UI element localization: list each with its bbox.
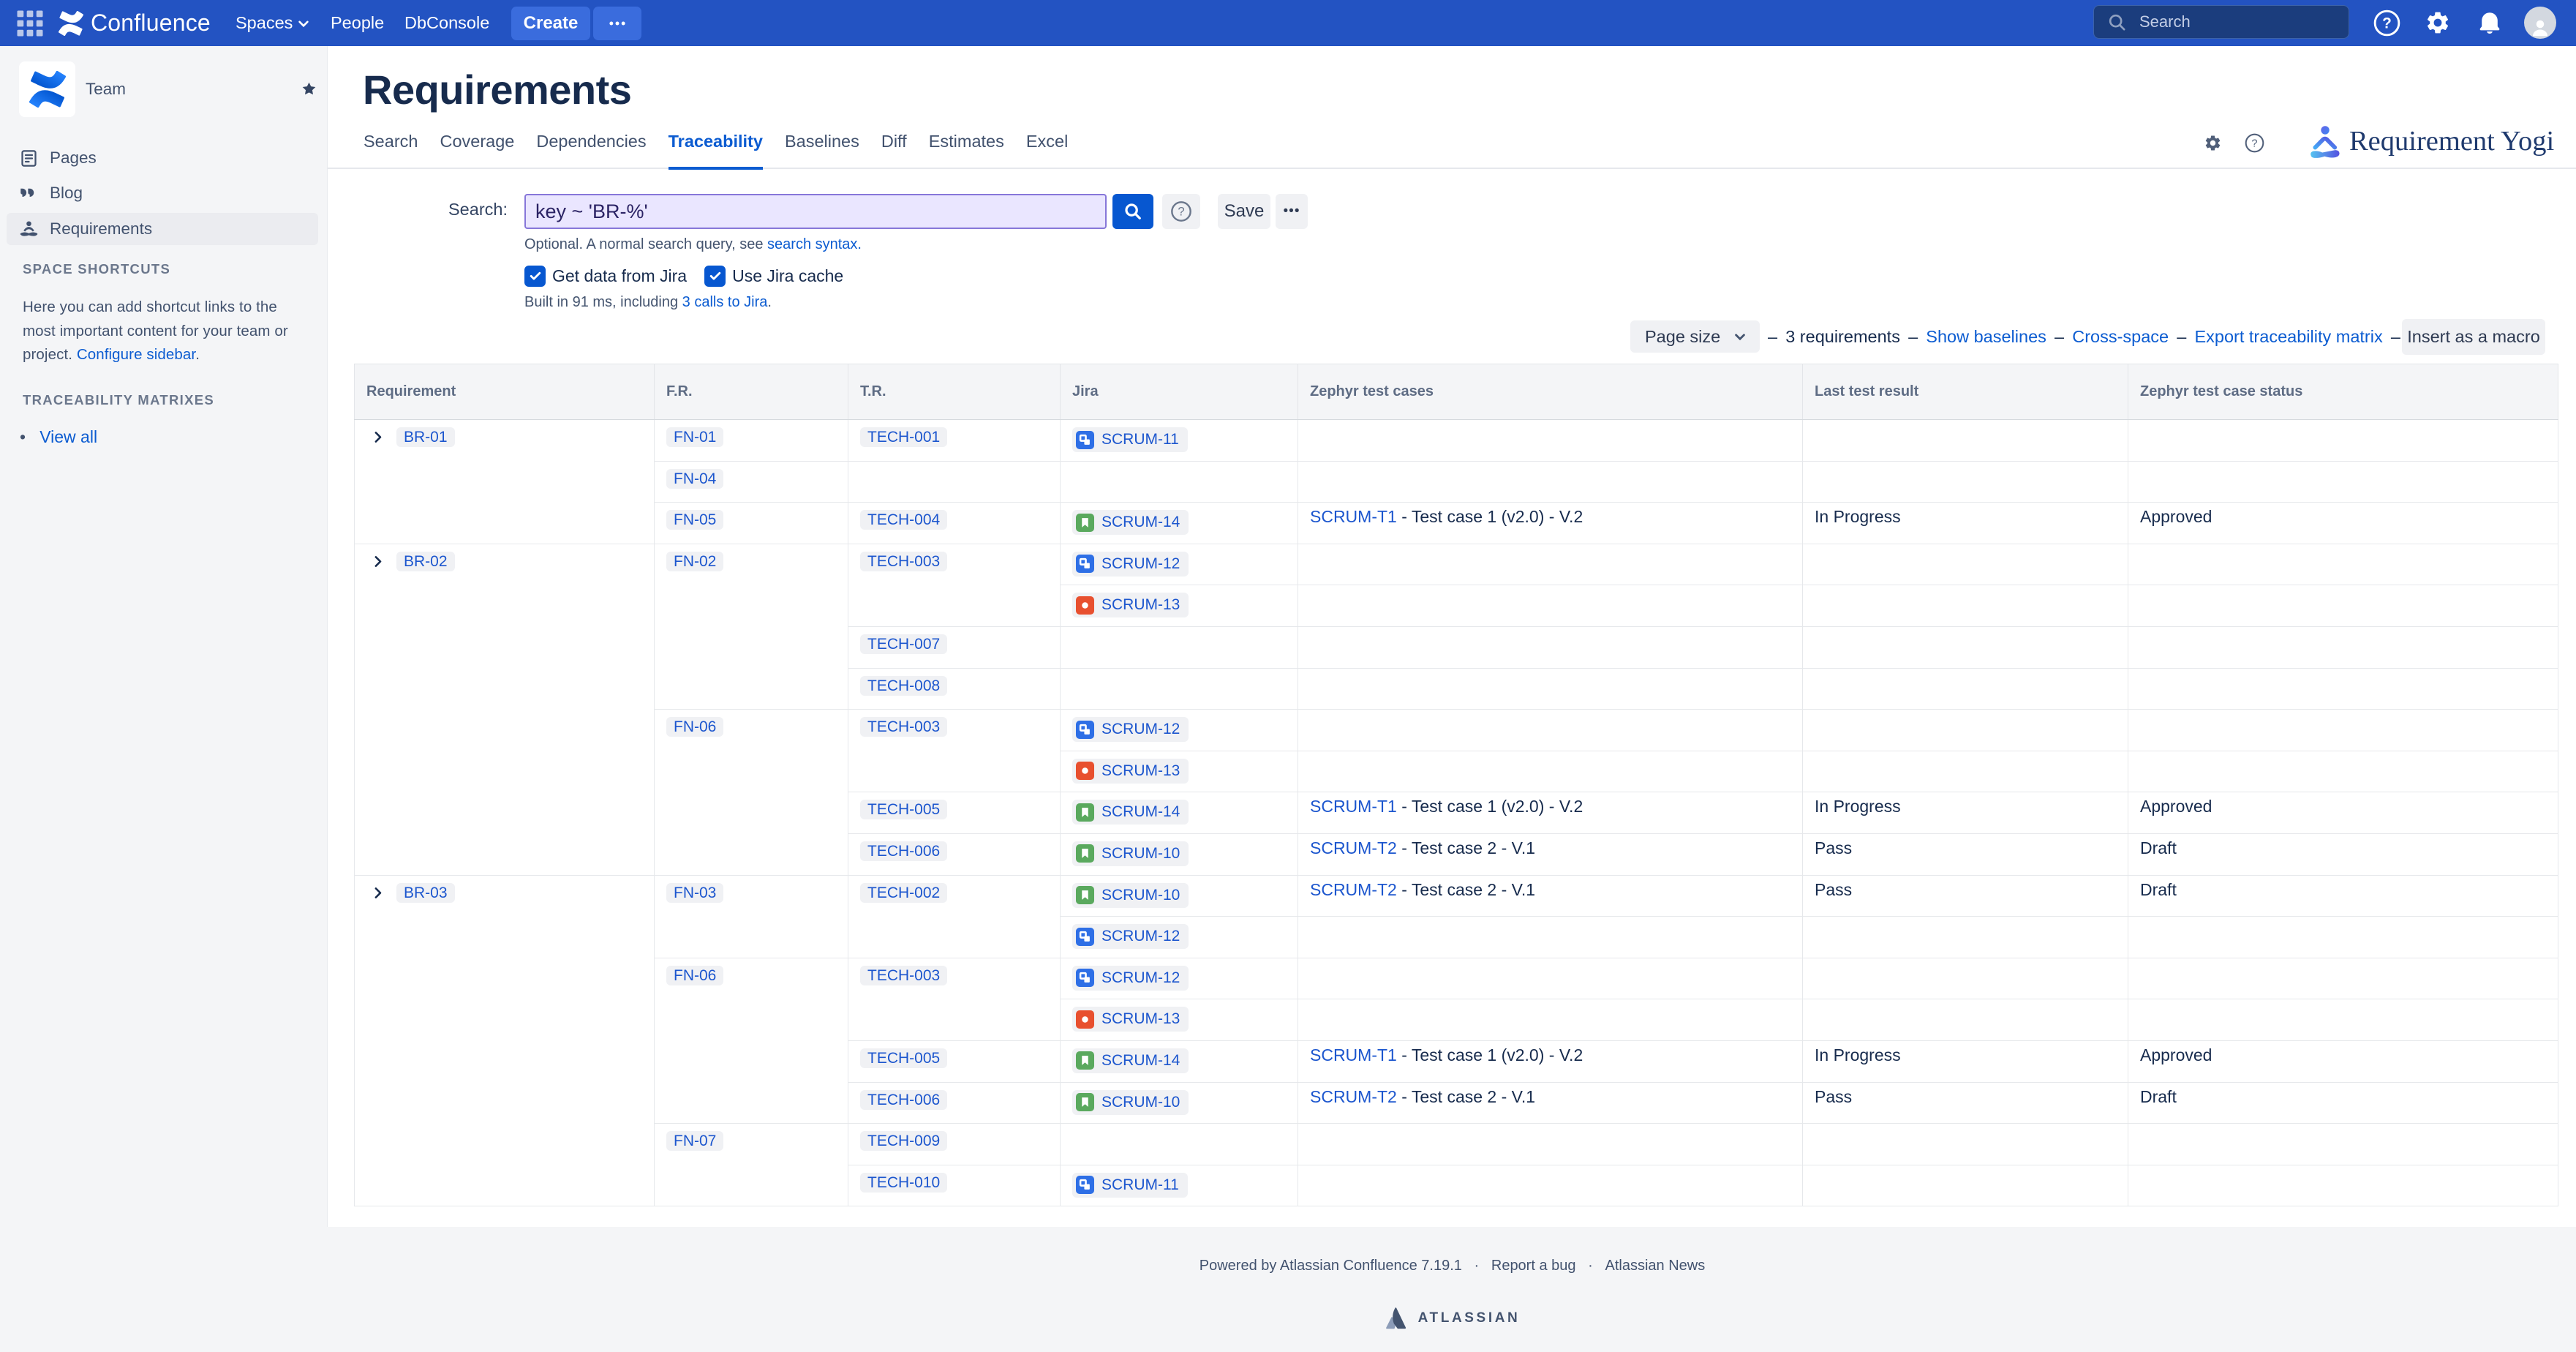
svg-text:?: ? — [2251, 138, 2257, 150]
svg-text:?: ? — [2382, 15, 2392, 32]
svg-text:?: ? — [1178, 205, 1184, 219]
